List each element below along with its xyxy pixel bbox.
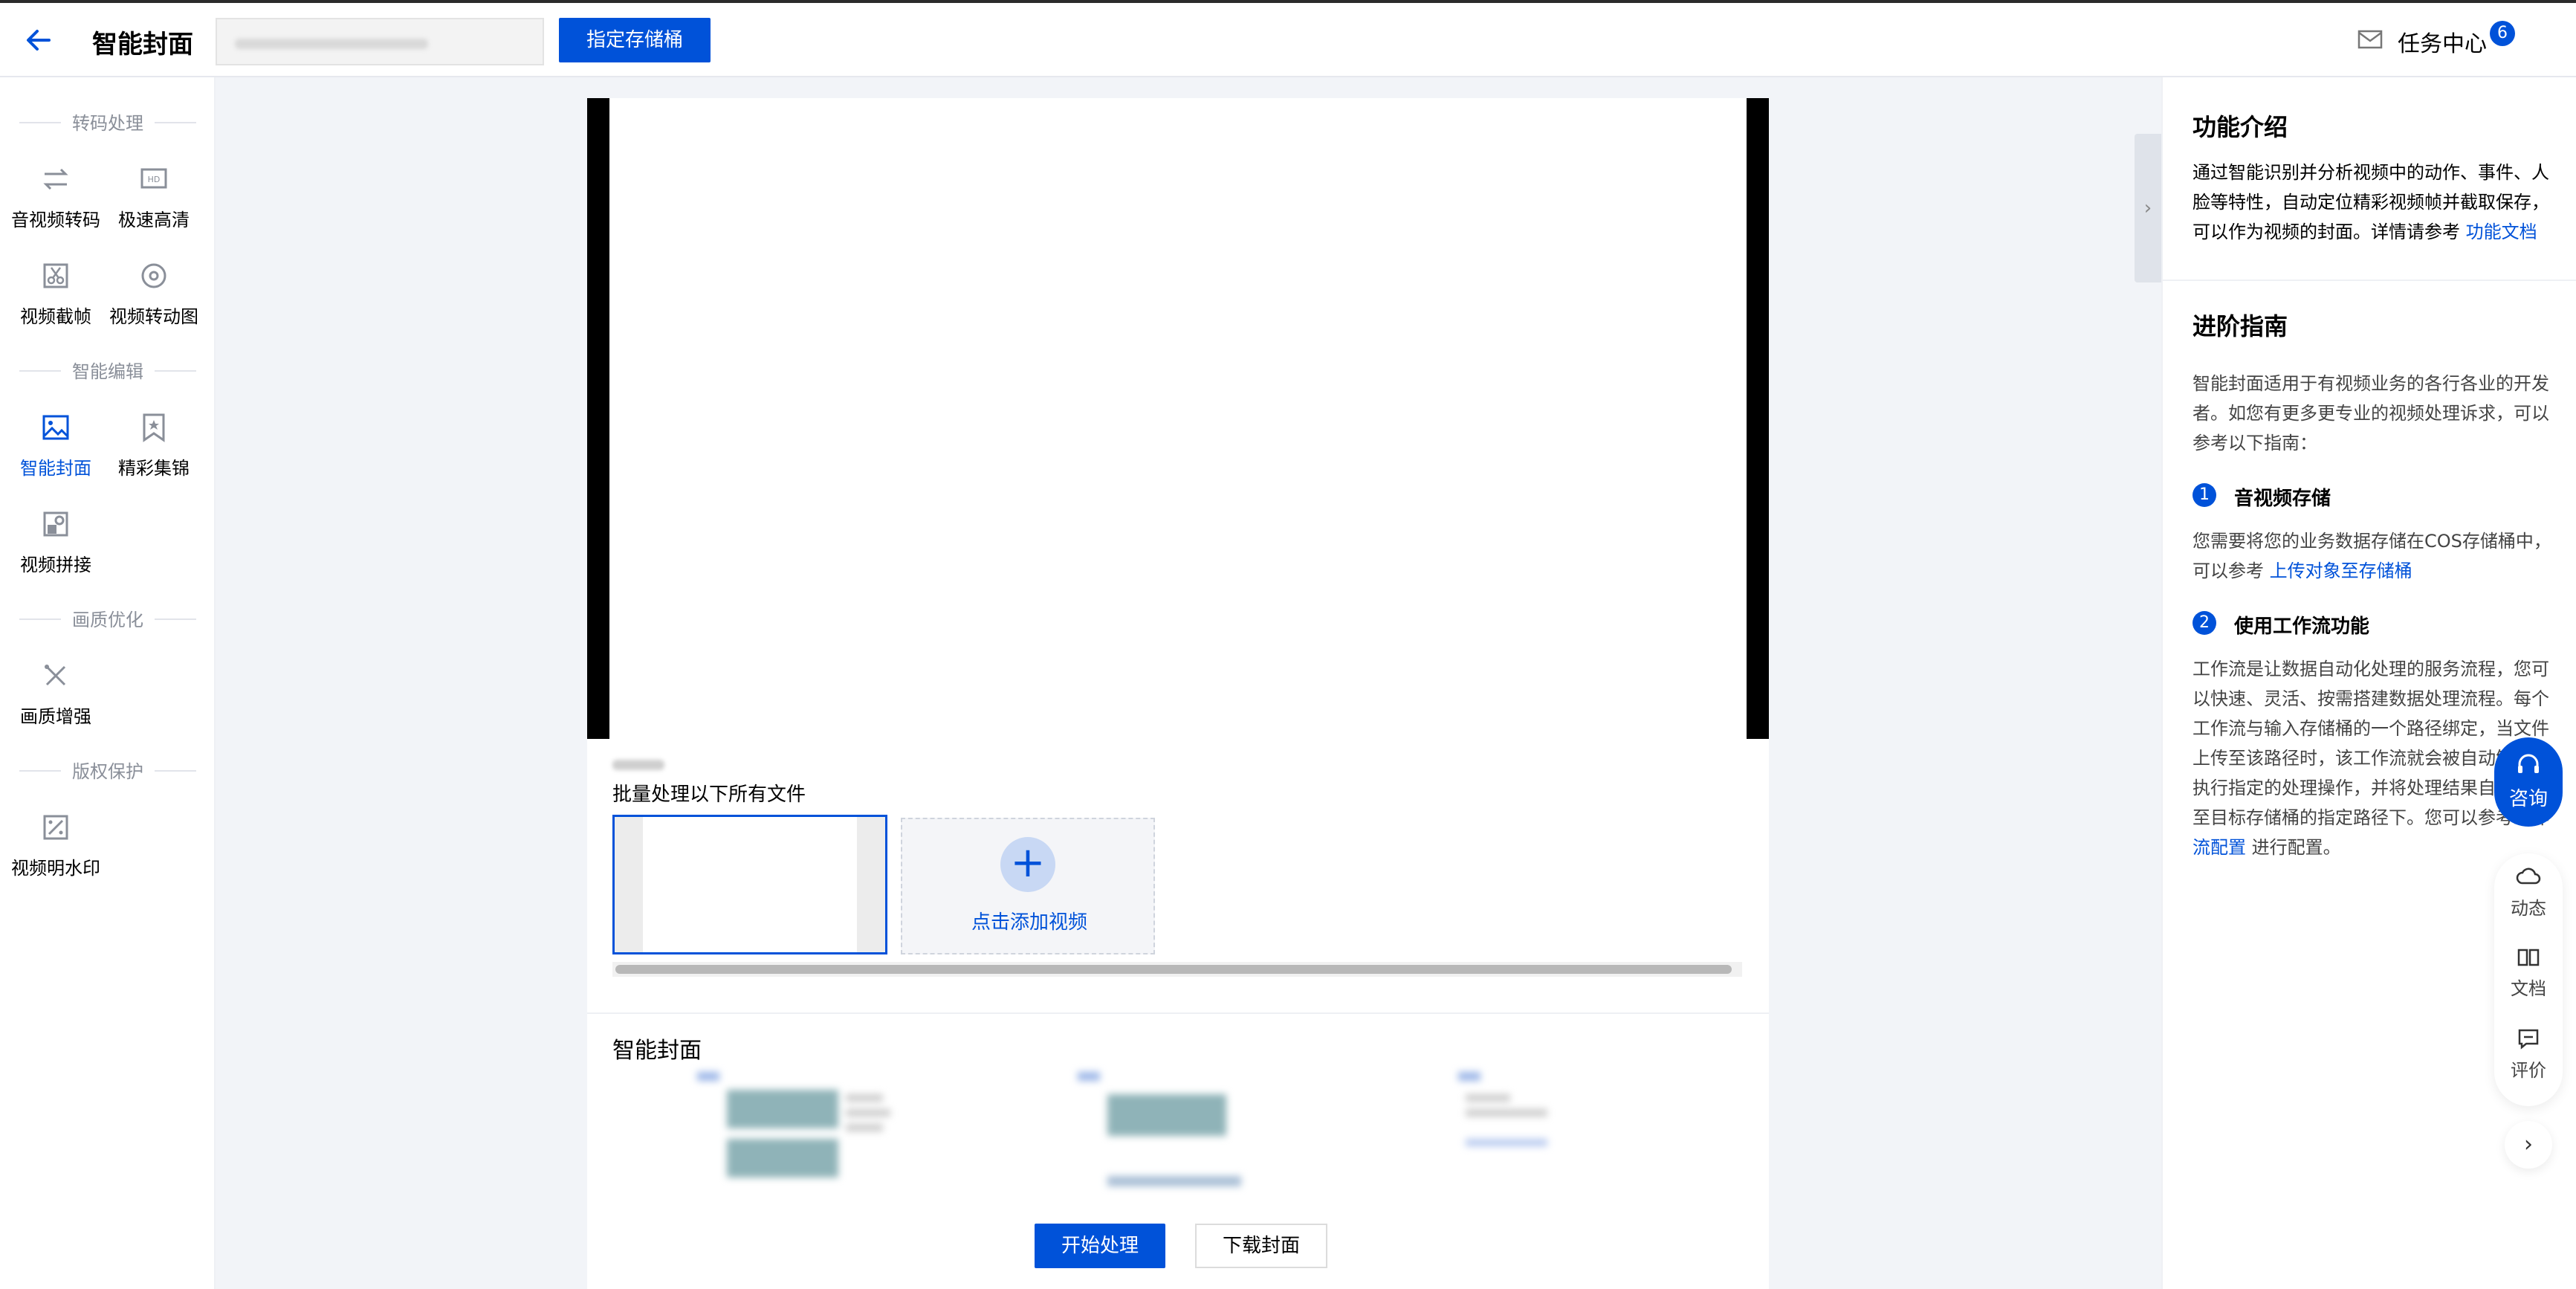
bucket-select[interactable] bbox=[216, 18, 544, 65]
sidebar-item-label: 视频转动图 bbox=[109, 306, 198, 327]
sidebar-item-label: 视频截帧 bbox=[20, 306, 91, 327]
gif-icon bbox=[135, 257, 172, 294]
docs-label: 文档 bbox=[2511, 978, 2546, 999]
workflow-config-link[interactable]: 流配置 bbox=[2192, 837, 2246, 858]
upload-object-link[interactable]: 上传对象至存储桶 bbox=[2270, 560, 2412, 581]
watermark-icon bbox=[37, 809, 74, 846]
cover-section-title: 智能封面 bbox=[612, 1038, 702, 1064]
step-1-badge: 1 bbox=[2192, 483, 2216, 507]
sidebar-item-highlights[interactable]: 精彩集锦 bbox=[106, 409, 202, 491]
headset-icon bbox=[2518, 754, 2539, 773]
feature-doc-link[interactable]: 功能文档 bbox=[2466, 222, 2537, 242]
step-2-badge: 2 bbox=[2192, 611, 2216, 635]
section-title-quality: 画质优化 bbox=[15, 605, 201, 632]
specify-bucket-button[interactable]: 指定存储桶 bbox=[559, 18, 711, 62]
intro-text: 通过智能识别并分析视频中的动作、事件、人脸等特性，自动定位精彩视频帧并截取保存，… bbox=[2192, 158, 2557, 247]
step-1-title: 音视频存储 bbox=[2234, 488, 2331, 510]
consult-button[interactable]: 咨询 bbox=[2494, 737, 2563, 827]
cover-preview-image bbox=[1458, 1072, 1547, 1146]
news-button[interactable]: 动态 bbox=[2494, 864, 2563, 938]
divider bbox=[2163, 280, 2576, 281]
bookmark-star-icon bbox=[135, 409, 172, 446]
sidebar-item-label: 智能封面 bbox=[20, 458, 91, 479]
section-title-smart-edit: 智能编辑 bbox=[15, 357, 201, 384]
cover-preview-image bbox=[1078, 1072, 1241, 1186]
review-button[interactable]: 评价 bbox=[2494, 1026, 2563, 1100]
guide-text: 智能封面适用于有视频业务的各行各业的开发者。如您有更多更专业的视频处理诉求，可以… bbox=[2192, 373, 2549, 453]
video-thumbnail-selected[interactable] bbox=[612, 815, 887, 954]
consult-label: 咨询 bbox=[2508, 788, 2548, 810]
sidebar-item-quality-enhance[interactable]: 画质增强 bbox=[7, 657, 104, 739]
cover-preview-image bbox=[697, 1072, 890, 1177]
right-info-panel: 功能介绍 通过智能识别并分析视频中的动作、事件、人脸等特性，自动定位精彩视频帧并… bbox=[2161, 77, 2576, 1289]
divider bbox=[587, 1012, 1769, 1014]
step-1-text: 您需要将您的业务数据存储在COS存储桶中，可以参考 上传对象至存储桶 bbox=[2192, 526, 2557, 586]
scissors-icon bbox=[37, 257, 74, 294]
scrollbar-thumb[interactable] bbox=[615, 965, 1732, 974]
guide-title: 进阶指南 bbox=[2192, 312, 2288, 340]
back-arrow-icon[interactable] bbox=[22, 24, 55, 56]
book-icon bbox=[2517, 949, 2540, 966]
sidebar-item-label: 画质增强 bbox=[20, 706, 91, 727]
sidebar-item-transcode[interactable]: 音视频转码 bbox=[7, 161, 104, 242]
sidebar-item-label: 精彩集锦 bbox=[118, 458, 190, 479]
mail-icon bbox=[2357, 30, 2383, 49]
sidebar-item-label: 视频明水印 bbox=[11, 858, 100, 879]
splice-icon bbox=[37, 505, 74, 543]
sidebar-item-video-splice[interactable]: 视频拼接 bbox=[7, 505, 104, 587]
download-cover-button[interactable]: 下载封面 bbox=[1195, 1224, 1327, 1268]
news-label: 动态 bbox=[2511, 898, 2546, 919]
review-label: 评价 bbox=[2511, 1060, 2546, 1081]
task-center-link[interactable]: 任务中心 bbox=[2398, 25, 2487, 58]
horizontal-scrollbar[interactable] bbox=[612, 962, 1742, 977]
page-title: 智能封面 bbox=[92, 30, 193, 59]
image-icon bbox=[37, 409, 74, 446]
hd-icon: HD bbox=[135, 161, 172, 198]
sidebar: 转码处理 音视频转码 HD 极速高清 视频截帧 视频转动图 智能编辑 智能封面 … bbox=[0, 77, 216, 1289]
sidebar-item-label: 视频拼接 bbox=[20, 555, 91, 575]
sidebar-item-smart-cover[interactable]: 智能封面 bbox=[7, 409, 104, 491]
section-title-copyright: 版权保护 bbox=[15, 757, 201, 784]
transcode-icon bbox=[37, 161, 74, 198]
chevron-right-icon[interactable]: › bbox=[2505, 1121, 2552, 1169]
sidebar-item-to-gif[interactable]: 视频转动图 bbox=[106, 257, 202, 339]
step-2-tail: 进行配置。 bbox=[2251, 837, 2341, 858]
sidebar-item-hd[interactable]: HD 极速高清 bbox=[106, 161, 202, 242]
intro-title: 功能介绍 bbox=[2192, 113, 2288, 141]
sidebar-item-watermark[interactable]: 视频明水印 bbox=[7, 809, 104, 891]
sidebar-item-label: 音视频转码 bbox=[11, 210, 100, 230]
start-processing-button[interactable]: 开始处理 bbox=[1035, 1224, 1165, 1268]
file-name-blurred bbox=[612, 760, 664, 770]
cloud-icon bbox=[2516, 868, 2541, 885]
task-count-badge: 6 bbox=[2490, 21, 2515, 46]
add-video-button[interactable]: + 点击添加视频 bbox=[901, 818, 1155, 954]
collapse-panel-toggle[interactable]: › bbox=[2135, 134, 2161, 282]
sidebar-item-label: 极速高清 bbox=[118, 210, 190, 230]
step-2-title: 使用工作流功能 bbox=[2234, 616, 2370, 638]
tools-icon bbox=[37, 657, 74, 694]
batch-process-label: 批量处理以下所有文件 bbox=[612, 784, 806, 806]
top-bar: 智能封面 指定存储桶 任务中心 6 bbox=[0, 0, 2576, 77]
video-player[interactable] bbox=[587, 98, 1769, 739]
main-panel: 批量处理以下所有文件 + 点击添加视频 智能封面 开始处理 下载封面 bbox=[587, 98, 1769, 1289]
docs-button[interactable]: 文档 bbox=[2494, 944, 2563, 1018]
section-title-transcode: 转码处理 bbox=[15, 109, 201, 135]
sidebar-item-frame-capture[interactable]: 视频截帧 bbox=[7, 257, 104, 339]
comment-icon bbox=[2518, 1029, 2539, 1050]
add-video-label: 点击添加视频 bbox=[971, 911, 1087, 934]
svg-text:HD: HD bbox=[148, 175, 161, 184]
plus-icon: + bbox=[1000, 837, 1055, 892]
